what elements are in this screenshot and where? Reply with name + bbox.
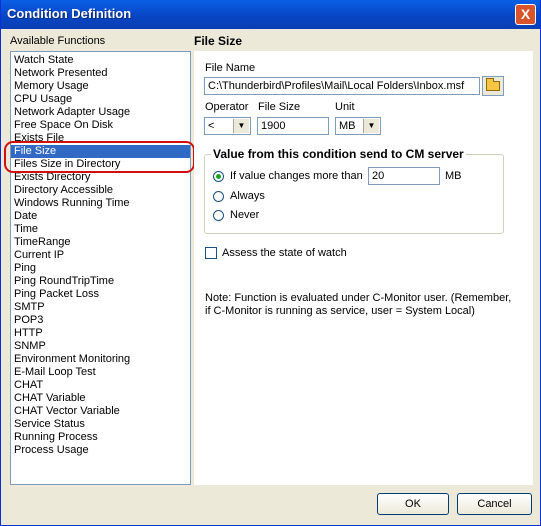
assess-state-checkbox[interactable]	[205, 247, 217, 259]
function-list-item[interactable]: Exists Directory	[11, 171, 190, 184]
function-list-item[interactable]: Date	[11, 210, 190, 223]
change-threshold-input[interactable]: 20	[368, 167, 440, 185]
function-list-item[interactable]: Watch State	[11, 54, 190, 67]
function-list-item[interactable]: Network Presented	[11, 67, 190, 80]
file-name-input[interactable]: C:\Thunderbird\Profiles\Mail\Local Folde…	[204, 77, 480, 95]
function-list-item[interactable]: CHAT Variable	[11, 392, 190, 405]
close-button[interactable]: X	[515, 4, 536, 25]
function-list-item[interactable]: Environment Monitoring	[11, 353, 190, 366]
function-list-item[interactable]: Time	[11, 223, 190, 236]
function-list-item[interactable]: Ping RoundTripTime	[11, 275, 190, 288]
function-list-item[interactable]: CHAT	[11, 379, 190, 392]
function-list-item[interactable]: Directory Accessible	[11, 184, 190, 197]
available-functions-list[interactable]: Watch State Network Presented Memory Usage…	[10, 51, 191, 485]
operator-label: Operator	[205, 101, 249, 113]
radio-if-changes[interactable]	[213, 171, 224, 182]
file-size-label: File Size	[258, 101, 301, 113]
function-list-item[interactable]: POP3	[11, 314, 190, 327]
function-list-item[interactable]: E-Mail Loop Test	[11, 366, 190, 379]
file-name-label: File Name	[205, 62, 256, 74]
function-list-item[interactable]: Network Adapter Usage	[11, 106, 190, 119]
group-title: Value from this condition send to CM ser…	[211, 147, 466, 161]
chevron-down-icon[interactable]: ▼	[233, 119, 249, 133]
function-list-item[interactable]: Exists File	[11, 132, 190, 145]
radio-never-label: Never	[230, 209, 260, 221]
function-list-item[interactable]: TimeRange	[11, 236, 190, 249]
function-list-item[interactable]: Free Space On Disk	[11, 119, 190, 132]
function-list-item[interactable]: Ping Packet Loss	[11, 288, 190, 301]
function-list-item[interactable]: CHAT Vector Variable	[11, 405, 190, 418]
panel-title: File Size	[194, 34, 243, 48]
change-threshold-unit: MB	[445, 170, 462, 182]
function-list-item[interactable]: File Size	[11, 145, 190, 158]
function-list-item[interactable]: Current IP	[11, 249, 190, 262]
unit-value: MB	[339, 120, 356, 132]
browse-button[interactable]	[482, 76, 504, 96]
available-functions-label: Available Functions	[10, 35, 106, 47]
function-list-item[interactable]: CPU Usage	[11, 93, 190, 106]
assess-state-label: Assess the state of watch	[222, 247, 347, 259]
title-bar[interactable]: Condition Definition X	[1, 0, 540, 29]
unit-label: Unit	[335, 101, 355, 113]
chevron-down-icon[interactable]: ▼	[363, 119, 379, 133]
function-list-item[interactable]: Windows Running Time	[11, 197, 190, 210]
function-list-item[interactable]: Memory Usage	[11, 80, 190, 93]
note-text: Note: Function is evaluated under C-Moni…	[205, 292, 512, 317]
function-list-item[interactable]: HTTP	[11, 327, 190, 340]
radio-always[interactable]	[213, 191, 224, 202]
radio-always-label: Always	[230, 190, 265, 202]
function-list-item[interactable]: Process Usage	[11, 444, 190, 457]
window-title: Condition Definition	[7, 6, 132, 21]
function-list-item[interactable]: Service Status	[11, 418, 190, 431]
function-list-item[interactable]: Ping	[11, 262, 190, 275]
open-folder-icon	[486, 78, 500, 91]
function-list-item[interactable]: Running Process	[11, 431, 190, 444]
condition-definition-window: Condition Definition X Available Functio…	[0, 0, 541, 526]
close-icon: X	[520, 6, 531, 22]
operator-select[interactable]: < ▼	[204, 117, 251, 135]
radio-never[interactable]	[213, 210, 224, 221]
function-list-item[interactable]: SMTP	[11, 301, 190, 314]
file-size-input[interactable]: 1900	[257, 117, 329, 135]
ok-button[interactable]: OK	[377, 493, 449, 515]
operator-value: <	[208, 120, 215, 132]
radio-if-changes-label: If value changes more than	[230, 170, 363, 182]
cancel-button[interactable]: Cancel	[457, 493, 532, 515]
function-list-item[interactable]: SNMP	[11, 340, 190, 353]
unit-select[interactable]: MB ▼	[335, 117, 381, 135]
function-list-item[interactable]: Files Size in Directory	[11, 158, 190, 171]
